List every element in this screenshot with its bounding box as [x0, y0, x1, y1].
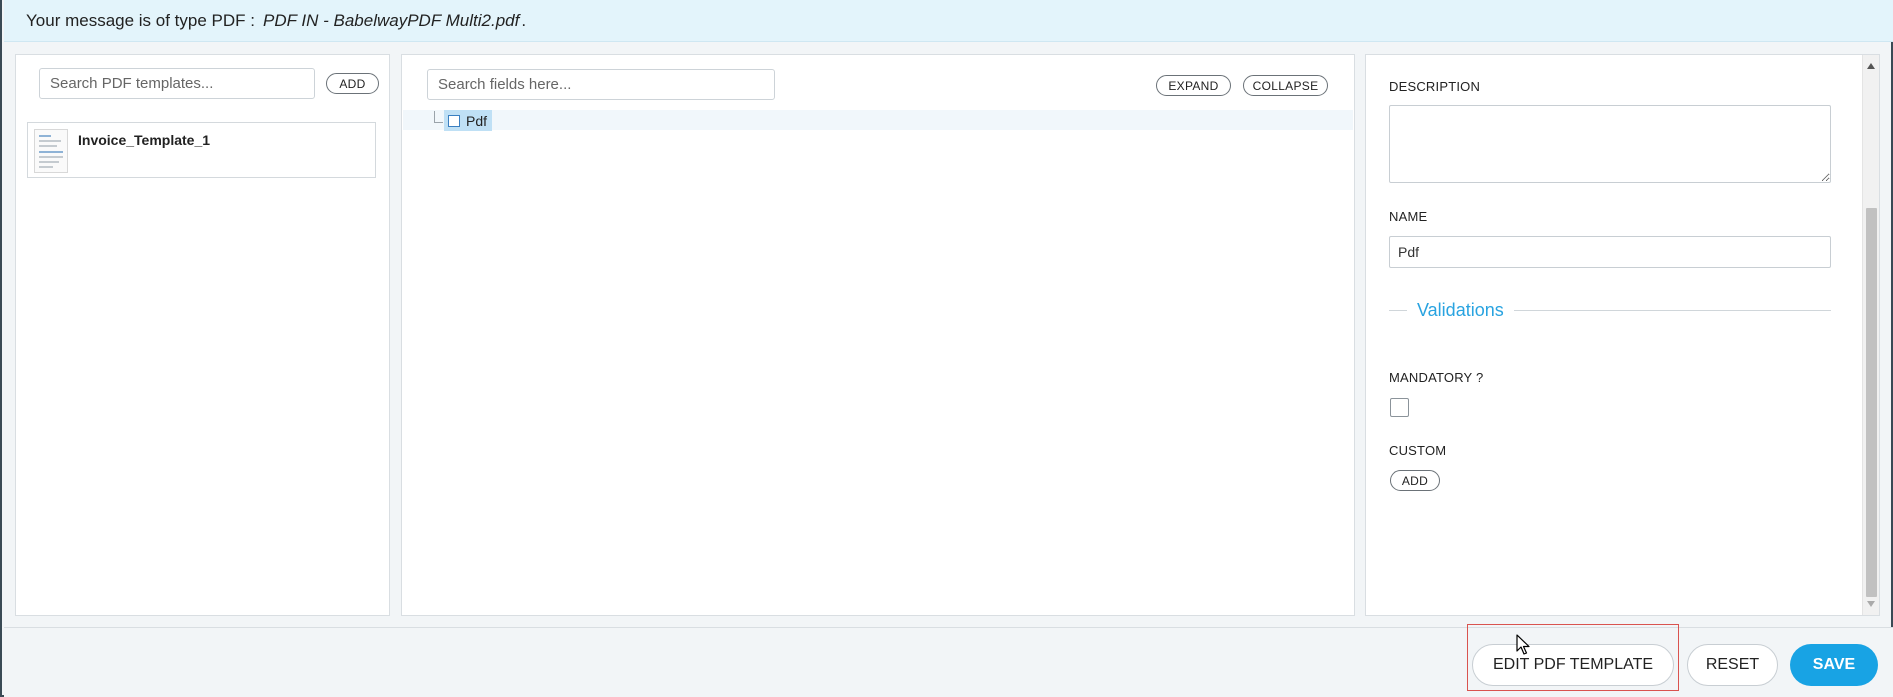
validations-title: Validations — [1417, 299, 1504, 320]
mouse-cursor-icon — [1516, 634, 1530, 655]
scroll-down-icon[interactable] — [1867, 601, 1875, 607]
app-frame: Your message is of type PDF : PDF IN - B… — [0, 0, 1893, 697]
banner-filename: PDF IN - BabelwayPDF Multi2.pdf — [262, 10, 520, 30]
custom-label: CUSTOM — [1389, 443, 1447, 458]
save-button[interactable]: SAVE — [1790, 644, 1878, 686]
reset-button[interactable]: RESET — [1687, 644, 1778, 686]
expand-button[interactable]: EXPAND — [1156, 75, 1231, 96]
template-thumbnail-icon — [34, 129, 68, 173]
tree-node-label: Pdf — [466, 112, 488, 129]
fields-panel: EXPAND COLLAPSE Pdf — [401, 54, 1355, 616]
name-input[interactable] — [1389, 236, 1831, 268]
description-label: DESCRIPTION — [1389, 79, 1481, 94]
field-search-input[interactable] — [427, 69, 775, 100]
divider — [1389, 309, 1407, 311]
add-custom-validation-button[interactable]: ADD — [1390, 470, 1440, 491]
footer-bar: EDIT PDF TEMPLATE RESET SAVE — [4, 627, 1893, 697]
message-type-banner: Your message is of type PDF : PDF IN - B… — [4, 0, 1893, 42]
banner-suffix: . — [521, 10, 527, 30]
description-textarea[interactable] — [1389, 105, 1831, 183]
add-template-button[interactable]: ADD — [326, 73, 379, 94]
template-name: Invoice_Template_1 — [78, 132, 211, 148]
tree-node-pdf[interactable]: Pdf — [444, 110, 493, 131]
properties-scrollbar[interactable] — [1862, 55, 1879, 615]
name-label: NAME — [1389, 209, 1428, 224]
mandatory-checkbox[interactable] — [1390, 398, 1409, 417]
scrollbar-thumb[interactable] — [1866, 208, 1877, 597]
banner-prefix: Your message is of type PDF : — [26, 10, 255, 30]
edit-pdf-template-button[interactable]: EDIT PDF TEMPLATE — [1472, 644, 1674, 686]
properties-panel: DESCRIPTION NAME Validations MANDATORY ?… — [1365, 54, 1880, 616]
mandatory-label: MANDATORY ? — [1389, 370, 1484, 385]
template-search-input[interactable] — [39, 68, 315, 99]
validations-section-header: Validations — [1389, 298, 1831, 322]
tree-node-checkbox[interactable] — [448, 114, 460, 127]
collapse-button[interactable]: COLLAPSE — [1243, 75, 1328, 96]
divider — [1513, 309, 1831, 311]
scroll-up-icon[interactable] — [1867, 63, 1875, 69]
tree-row — [403, 110, 1353, 130]
templates-panel: ADD Invoice_Template_1 — [15, 54, 390, 616]
template-card[interactable]: Invoice_Template_1 — [27, 122, 376, 178]
tree-connector — [434, 111, 443, 123]
